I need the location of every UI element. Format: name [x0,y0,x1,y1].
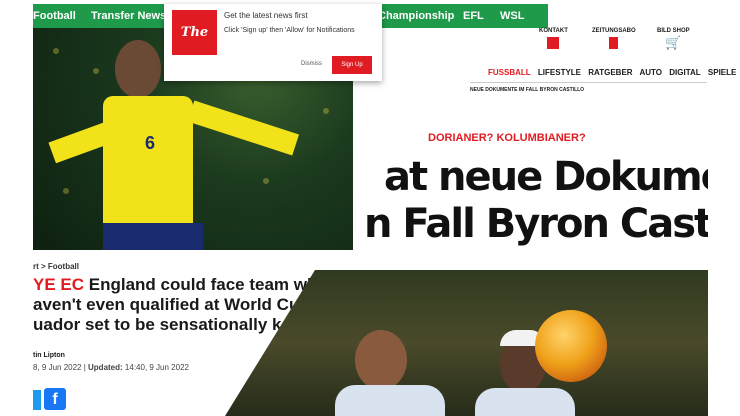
menu-fussball[interactable]: FUSSBALL [488,68,531,77]
bild-headline: at neue Dokumente n Fall Byron Castillo [356,150,708,260]
notification-popup: The Sun Get the latest news first Click … [164,4,382,85]
facebook-icon[interactable]: f [44,388,66,410]
nav-item-wsl[interactable]: WSL [500,10,524,22]
article-dates: 8, 9 Jun 2022 | Updated: 14:40, 9 Jun 20… [33,363,189,372]
menu-auto[interactable]: AUTO [640,68,663,77]
breadcrumb[interactable]: rt > Football [33,262,79,271]
football [535,310,607,382]
player-1-shirt [335,385,445,416]
player-shorts [103,223,203,250]
headline-line-1: England could face team who [88,275,328,294]
nav-item-championship[interactable]: Championship [378,10,454,22]
nav-item-transfer-news[interactable]: Transfer News [91,10,166,22]
author-name[interactable]: tin Lipton [33,352,65,359]
bild-menu: FUSSBALL LIFESTYLE RATGEBER AUTO DIGITAL… [488,68,740,77]
contacts-icon [547,37,560,49]
player-1-head [355,330,407,390]
bild-headline-line-1: at neue Dokumente [384,154,708,200]
nav-item-efl[interactable]: EFL [463,10,484,22]
dismiss-button[interactable]: Dismiss [301,61,322,67]
player-2-shirt [475,388,575,416]
twitter-icon[interactable] [33,390,41,410]
tool-zeitungsabo-label: ZEITUNGSABO [592,28,636,34]
player-head [115,40,161,98]
popup-title: Get the latest news first [224,11,308,20]
tool-bild-shop[interactable]: BILD SHOP 🛒 [657,28,690,49]
cart-icon: 🛒 [665,35,682,50]
menu-spiele[interactable]: SPIELE [708,68,736,77]
nav-item-football[interactable]: Football [33,10,76,22]
tool-zeitungsabo[interactable]: ZEITUNGSABO [592,28,636,49]
popup-message: Click 'Sign up' then 'Allow' for Notific… [224,27,355,34]
headline-line-2: aven't even qualified at World Cu [33,295,300,314]
player-jersey [103,96,193,236]
tool-kontakt-label: KONTAKT [539,28,568,34]
tool-kontakt[interactable]: KONTAKT [539,28,568,49]
menu-ratgeber[interactable]: RATGEBER [588,68,632,77]
bild-kicker: DORIANER? KOLUMBIANER? [428,132,586,144]
bild-headline-line-2: n Fall Byron Castillo [364,201,708,247]
sun-logo: The Sun [172,10,217,85]
headline-kicker: YE EC [33,275,85,294]
signup-button[interactable]: Sign Up [332,56,372,74]
bild-breadcrumb[interactable]: NEUE DOKUMENTE IM FALL BYRON CASTILLO [470,87,584,93]
newspaper-icon [609,37,619,49]
updated-label: Updated: [88,363,123,372]
tool-bild-shop-label: BILD SHOP [657,28,690,34]
published-date: 8, 9 Jun 2022 [33,363,82,372]
player-arm-right [187,100,300,156]
updated-date: 14:40, 9 Jun 2022 [124,363,189,372]
menu-digital[interactable]: DIGITAL [669,68,700,77]
bild-toolbar: KONTAKT ZEITUNGSABO BILD SHOP 🛒 [382,28,707,68]
divider [470,82,707,83]
jersey-number: 6 [145,133,156,153]
menu-lifestyle[interactable]: LIFESTYLE [538,68,581,77]
